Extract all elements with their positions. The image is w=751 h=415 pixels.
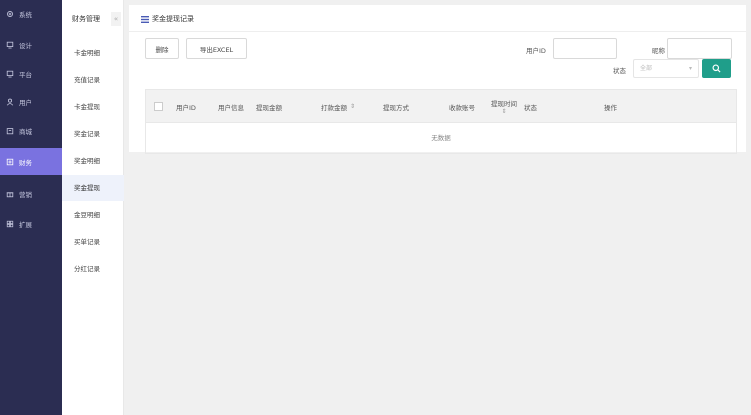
delete-button[interactable]: 删除 bbox=[145, 38, 179, 59]
column-header: 提现金额 bbox=[256, 103, 282, 112]
submenu-item-bonus-detail[interactable]: 奖金明细 bbox=[62, 148, 124, 174]
nav-item-system[interactable]: 系统 bbox=[0, 0, 62, 27]
withdraw-card: 奖金提现记录 删除 导出EXCEL 用户ID 昵称 状态 全部 ▾ 用户ID 用… bbox=[129, 5, 746, 154]
nav-item-finance[interactable]: 财务 bbox=[0, 148, 62, 175]
nickname-input[interactable] bbox=[667, 38, 732, 59]
column-header: 用户ID bbox=[176, 103, 196, 112]
submenu-item-dividend-record[interactable]: 分红记录 bbox=[62, 256, 124, 282]
main-content: 奖金提现记录 删除 导出EXCEL 用户ID 昵称 状态 全部 ▾ 用户ID 用… bbox=[124, 0, 751, 415]
column-header: 操作 bbox=[604, 103, 617, 112]
collapse-button[interactable]: « bbox=[111, 12, 121, 26]
nav-item-design[interactable]: 设计 bbox=[0, 31, 62, 58]
monitor-icon bbox=[6, 70, 14, 78]
main-nav: 系统 设计 平台 用户 商城 财务 营销 扩展 bbox=[0, 0, 62, 415]
column-header: 用户信息 bbox=[218, 103, 244, 112]
shop-icon bbox=[6, 127, 14, 135]
monitor-icon bbox=[6, 41, 14, 49]
submenu-item-recharge[interactable]: 充值记录 bbox=[62, 67, 124, 93]
chevron-down-icon: ▾ bbox=[688, 65, 692, 72]
export-excel-button[interactable]: 导出EXCEL bbox=[186, 38, 247, 59]
submenu-item-bean-detail[interactable]: 金豆明细 bbox=[62, 202, 124, 228]
submenu-item-card-detail[interactable]: 卡金明细 bbox=[62, 40, 124, 66]
withdraw-table: 用户ID 用户信息 提现金额 打款金额 ⇕ 提现方式 收款账号 提现时间 ⇕ 状态 … bbox=[145, 89, 737, 154]
nav-item-shop[interactable]: 商城 bbox=[0, 117, 62, 144]
nav-item-label: 设计 bbox=[19, 41, 32, 50]
nav-item-label: 商城 bbox=[19, 127, 32, 136]
list-icon bbox=[141, 15, 149, 23]
submenu-item-bonus-record[interactable]: 奖金记录 bbox=[62, 121, 124, 147]
submenu-item-bonus-withdraw[interactable]: 奖金提现 bbox=[62, 175, 124, 201]
grid-icon bbox=[6, 220, 14, 228]
status-select-value: 全部 bbox=[640, 65, 653, 72]
nav-item-extension[interactable]: 扩展 bbox=[0, 210, 62, 237]
nav-item-label: 扩展 bbox=[19, 220, 32, 229]
nav-item-label: 系统 bbox=[19, 10, 32, 19]
page-title: 奖金提现记录 bbox=[141, 14, 194, 24]
nav-item-platform[interactable]: 平台 bbox=[0, 60, 62, 87]
user-id-label: 用户ID bbox=[526, 47, 546, 55]
status-select[interactable]: 全部 ▾ bbox=[633, 59, 699, 78]
nickname-label: 昵称 bbox=[652, 47, 665, 55]
table-header: 用户ID 用户信息 提现金额 打款金额 ⇕ 提现方式 收款账号 提现时间 ⇕ 状态 … bbox=[146, 90, 736, 123]
nav-item-user[interactable]: 用户 bbox=[0, 88, 62, 115]
submenu-title: 财务管理 bbox=[72, 15, 100, 23]
gear-icon bbox=[6, 10, 14, 18]
submenu-item-bill-record[interactable]: 买单记录 bbox=[62, 229, 124, 255]
column-header: 状态 bbox=[524, 103, 537, 112]
column-header: 收款账号 bbox=[449, 103, 475, 112]
user-icon bbox=[6, 98, 14, 106]
submenu-item-card-withdraw[interactable]: 卡金提现 bbox=[62, 94, 124, 120]
finance-icon bbox=[6, 158, 14, 166]
search-button[interactable] bbox=[702, 59, 731, 78]
column-header: 提现方式 bbox=[383, 103, 409, 112]
column-header-sortable[interactable]: 提现时间 ⇕ bbox=[487, 90, 521, 123]
search-icon bbox=[712, 64, 721, 73]
sort-icon: ⇕ bbox=[350, 103, 356, 110]
empty-state: 无数据 bbox=[431, 134, 451, 142]
gift-icon bbox=[6, 190, 14, 198]
sort-icon: ⇕ bbox=[501, 108, 507, 115]
finance-submenu: 财务管理 « 卡金明细 充值记录 卡金提现 奖金记录 奖金明细 奖金提现 金豆明… bbox=[62, 0, 124, 415]
nav-item-label: 平台 bbox=[19, 70, 32, 79]
nav-item-label: 财务 bbox=[19, 158, 32, 167]
status-label: 状态 bbox=[613, 67, 626, 75]
page-title-text: 奖金提现记录 bbox=[152, 15, 194, 23]
user-id-input[interactable] bbox=[553, 38, 617, 59]
column-header-sortable[interactable]: 打款金额 ⇕ bbox=[321, 90, 355, 123]
nav-item-label: 营销 bbox=[19, 190, 32, 199]
divider bbox=[129, 31, 746, 32]
select-all-checkbox[interactable] bbox=[154, 102, 163, 111]
nav-item-marketing[interactable]: 营销 bbox=[0, 180, 62, 207]
nav-item-label: 用户 bbox=[19, 98, 32, 107]
